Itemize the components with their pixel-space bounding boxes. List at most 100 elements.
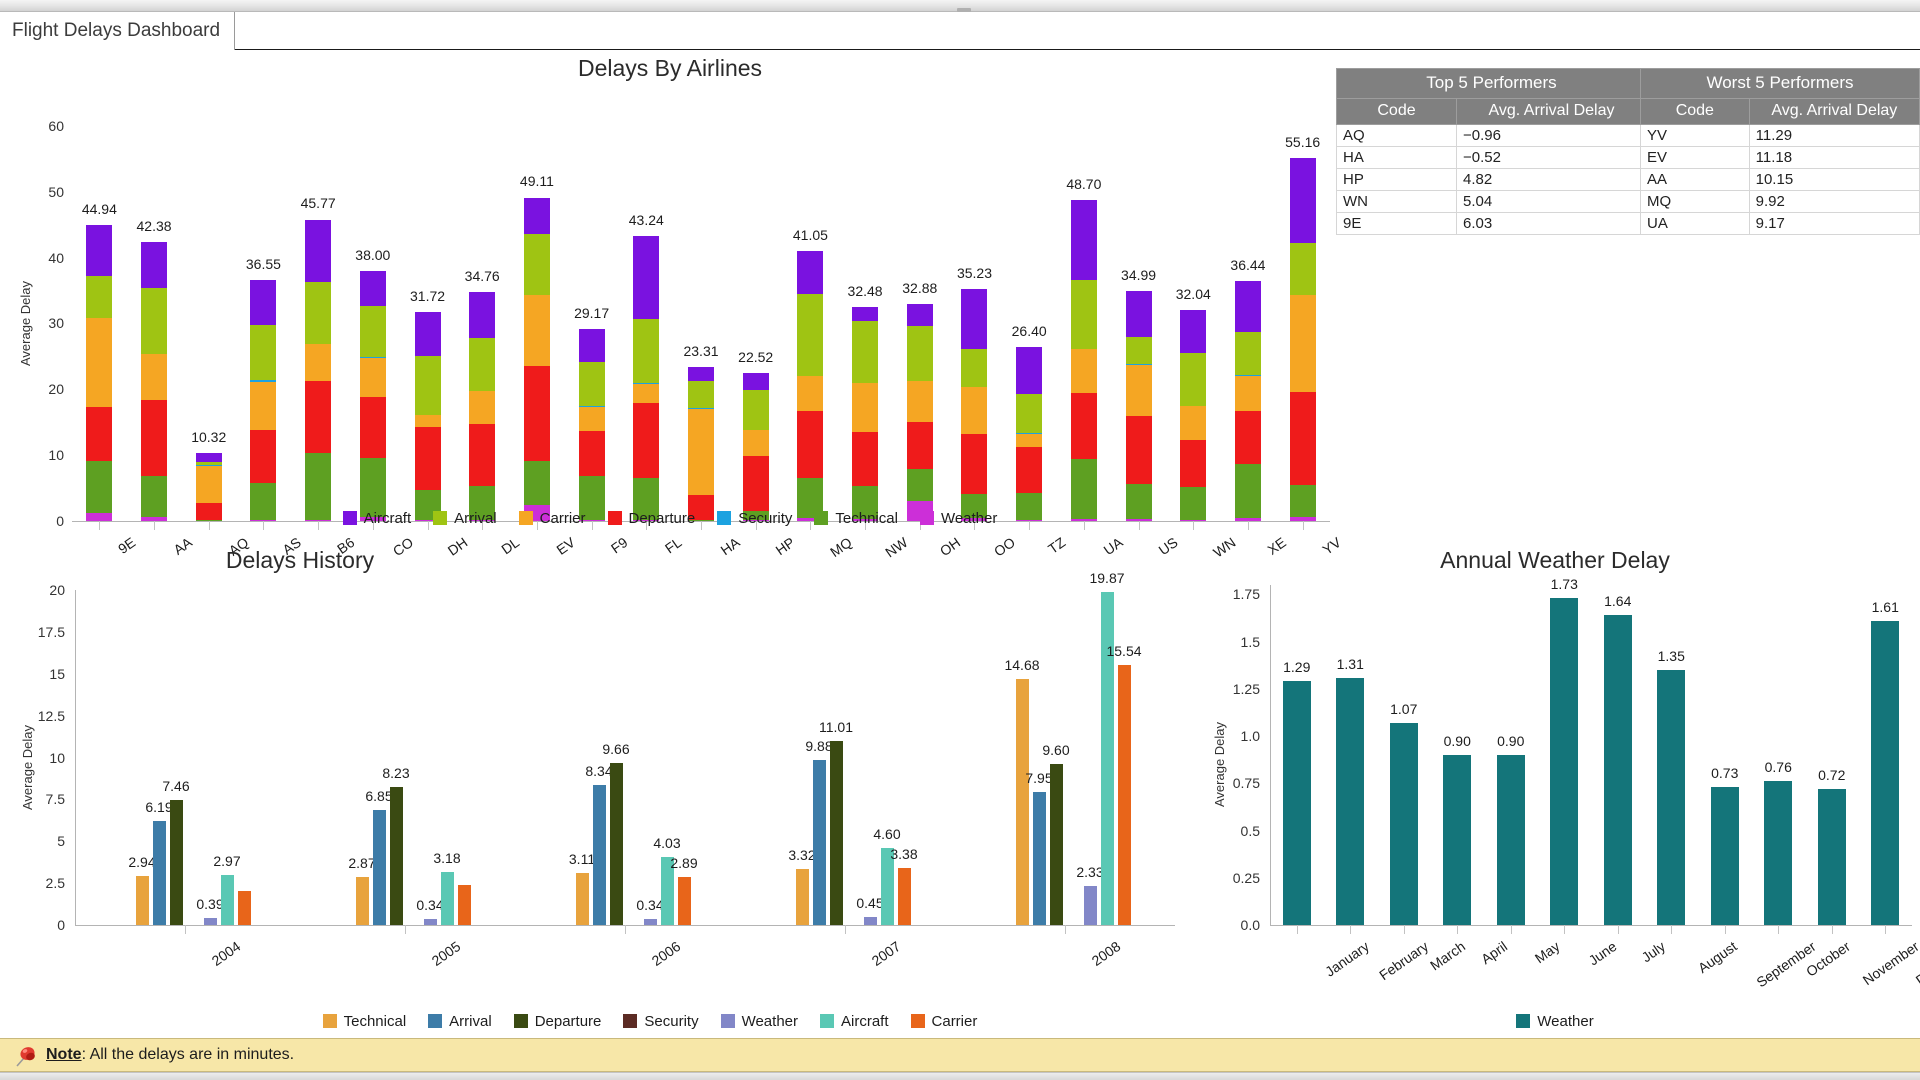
- table-row[interactable]: EV 11.18: [1640, 146, 1920, 169]
- bar-segment-aircraft: [1125, 290, 1152, 337]
- stacked-bar-DL[interactable]: [469, 106, 496, 521]
- stacked-bar-HP[interactable]: [742, 106, 769, 521]
- history-bar-weather-2005[interactable]: [423, 919, 437, 925]
- weather-bar-september[interactable]: [1710, 787, 1739, 925]
- stacked-bar-YV[interactable]: [1289, 106, 1316, 521]
- history-bar-departure-2008[interactable]: [1049, 764, 1063, 925]
- airlines-legend-item[interactable]: Weather: [919, 510, 997, 527]
- history-bar-weather-2008[interactable]: [1083, 885, 1097, 925]
- history-bar-arrival-2008[interactable]: [1032, 791, 1046, 925]
- stacked-bar-HA[interactable]: [688, 106, 714, 521]
- stacked-bar-MQ[interactable]: [797, 106, 824, 521]
- weather-bar-december[interactable]: [1871, 620, 1900, 925]
- weather-bar-october[interactable]: [1764, 781, 1793, 925]
- worst-performers-column-header[interactable]: Code: [1640, 98, 1750, 125]
- history-bar-weather-2006[interactable]: [643, 919, 657, 925]
- table-row[interactable]: MQ 9.92: [1640, 190, 1920, 213]
- stacked-bar-UA[interactable]: [1070, 106, 1097, 521]
- weather-bar-june[interactable]: [1550, 598, 1579, 925]
- bar-value-label: 3.11: [568, 850, 596, 867]
- table-row[interactable]: AA 10.15: [1640, 168, 1920, 191]
- history-bar-carrier-2008[interactable]: [1117, 664, 1131, 925]
- history-bar-technical-2008[interactable]: [1015, 679, 1029, 925]
- weather-bar-april[interactable]: [1443, 755, 1472, 925]
- x-axis-tick: [1350, 925, 1352, 934]
- stacked-bar-AQ[interactable]: [195, 106, 222, 521]
- x-axis-tick: [1403, 925, 1405, 934]
- bar-segment-carrier: [742, 430, 769, 456]
- history-legend-item[interactable]: Departure: [513, 1013, 601, 1030]
- stacked-bar-AA[interactable]: [141, 106, 168, 521]
- history-bar-departure-2005[interactable]: [389, 787, 403, 925]
- history-bar-technical-2007[interactable]: [795, 869, 809, 925]
- bar-segment-carrier: [86, 317, 113, 408]
- top-performers-column-header[interactable]: Code: [1336, 98, 1457, 125]
- history-legend-item[interactable]: Aircraft: [820, 1013, 889, 1030]
- history-bar-technical-2004[interactable]: [135, 875, 149, 925]
- history-legend-item[interactable]: Arrival: [428, 1013, 492, 1030]
- weather-bar-august[interactable]: [1657, 670, 1686, 925]
- stacked-bar-CO[interactable]: [359, 106, 386, 521]
- weather-legend-item[interactable]: Weather: [1516, 1013, 1594, 1030]
- history-bar-carrier-2007[interactable]: [897, 868, 911, 925]
- history-legend-item[interactable]: Weather: [720, 1013, 798, 1030]
- history-bar-arrival-2004[interactable]: [152, 821, 166, 925]
- table-row[interactable]: 9E 6.03: [1336, 212, 1647, 235]
- table-row[interactable]: YV 11.29: [1640, 124, 1920, 147]
- airlines-legend-item[interactable]: Security: [717, 510, 792, 527]
- note-label: Note: [46, 1046, 82, 1063]
- tab-flight-delays-dashboard[interactable]: Flight Delays Dashboard: [0, 12, 236, 50]
- weather-bar-may[interactable]: [1496, 755, 1525, 925]
- history-legend-item[interactable]: Technical: [322, 1013, 406, 1030]
- history-bar-departure-2004[interactable]: [169, 800, 183, 925]
- table-row[interactable]: HP 4.82: [1336, 168, 1647, 191]
- stacked-bar-OH[interactable]: [906, 106, 933, 521]
- history-legend-item[interactable]: Security: [623, 1013, 699, 1030]
- airlines-legend-item[interactable]: Aircraft: [342, 510, 411, 527]
- table-row[interactable]: WN 5.04: [1336, 190, 1647, 213]
- history-bar-carrier-2004[interactable]: [237, 890, 251, 925]
- history-bar-technical-2005[interactable]: [355, 876, 369, 925]
- history-bar-technical-2006[interactable]: [575, 872, 589, 925]
- history-bar-carrier-2006[interactable]: [677, 876, 691, 925]
- stacked-bar-US[interactable]: [1125, 106, 1152, 521]
- airlines-legend-item[interactable]: Carrier: [518, 510, 586, 527]
- top-performers-delay-cell: 4.82: [1456, 168, 1647, 191]
- history-bar-arrival-2006[interactable]: [592, 785, 606, 925]
- table-row[interactable]: UA 9.17: [1640, 212, 1920, 235]
- history-bar-departure-2006[interactable]: [609, 763, 623, 925]
- history-bar-arrival-2005[interactable]: [372, 810, 386, 925]
- weather-bar-july[interactable]: [1603, 615, 1632, 925]
- history-legend-item[interactable]: Carrier: [910, 1013, 977, 1030]
- history-bar-departure-2007[interactable]: [829, 740, 843, 925]
- history-bar-aircraft-2004[interactable]: [220, 875, 234, 925]
- worst-performers-column-header[interactable]: Avg. Arrival Delay: [1748, 98, 1920, 125]
- stacked-bar-TZ[interactable]: [1016, 106, 1043, 521]
- stacked-bar-OO[interactable]: [961, 106, 988, 521]
- stacked-bar-EV[interactable]: [523, 106, 550, 521]
- airlines-legend-item[interactable]: Technical: [814, 510, 898, 527]
- stacked-bar-AS[interactable]: [250, 106, 277, 521]
- weather-bar-march[interactable]: [1389, 722, 1418, 925]
- history-bar-carrier-2005[interactable]: [457, 884, 471, 925]
- stacked-bar-FL[interactable]: [633, 106, 660, 521]
- stacked-bar-DH[interactable]: [414, 106, 441, 521]
- table-row[interactable]: HA −0.52: [1336, 146, 1647, 169]
- bar-segment-carrier: [1016, 433, 1043, 447]
- history-bar-aircraft-2005[interactable]: [440, 871, 454, 925]
- airlines-legend-item[interactable]: Arrival: [433, 510, 497, 527]
- history-bar-weather-2007[interactable]: [863, 917, 877, 925]
- stacked-bar-XE[interactable]: [1234, 106, 1261, 521]
- history-bar-weather-2004[interactable]: [203, 918, 217, 925]
- weather-bar-january[interactable]: [1282, 681, 1311, 925]
- stacked-bar-B6[interactable]: [305, 106, 332, 521]
- weather-bar-february[interactable]: [1336, 677, 1365, 925]
- table-row[interactable]: AQ −0.96: [1336, 124, 1647, 147]
- weather-bar-november[interactable]: [1817, 789, 1846, 925]
- stacked-bar-NW[interactable]: [852, 106, 879, 521]
- airlines-legend-item[interactable]: Departure: [607, 510, 695, 527]
- history-bar-arrival-2007[interactable]: [812, 759, 826, 925]
- top-performers-column-header[interactable]: Avg. Arrival Delay: [1456, 98, 1647, 125]
- stacked-bar-WN[interactable]: [1180, 106, 1207, 521]
- stacked-bar-9E[interactable]: [86, 106, 113, 521]
